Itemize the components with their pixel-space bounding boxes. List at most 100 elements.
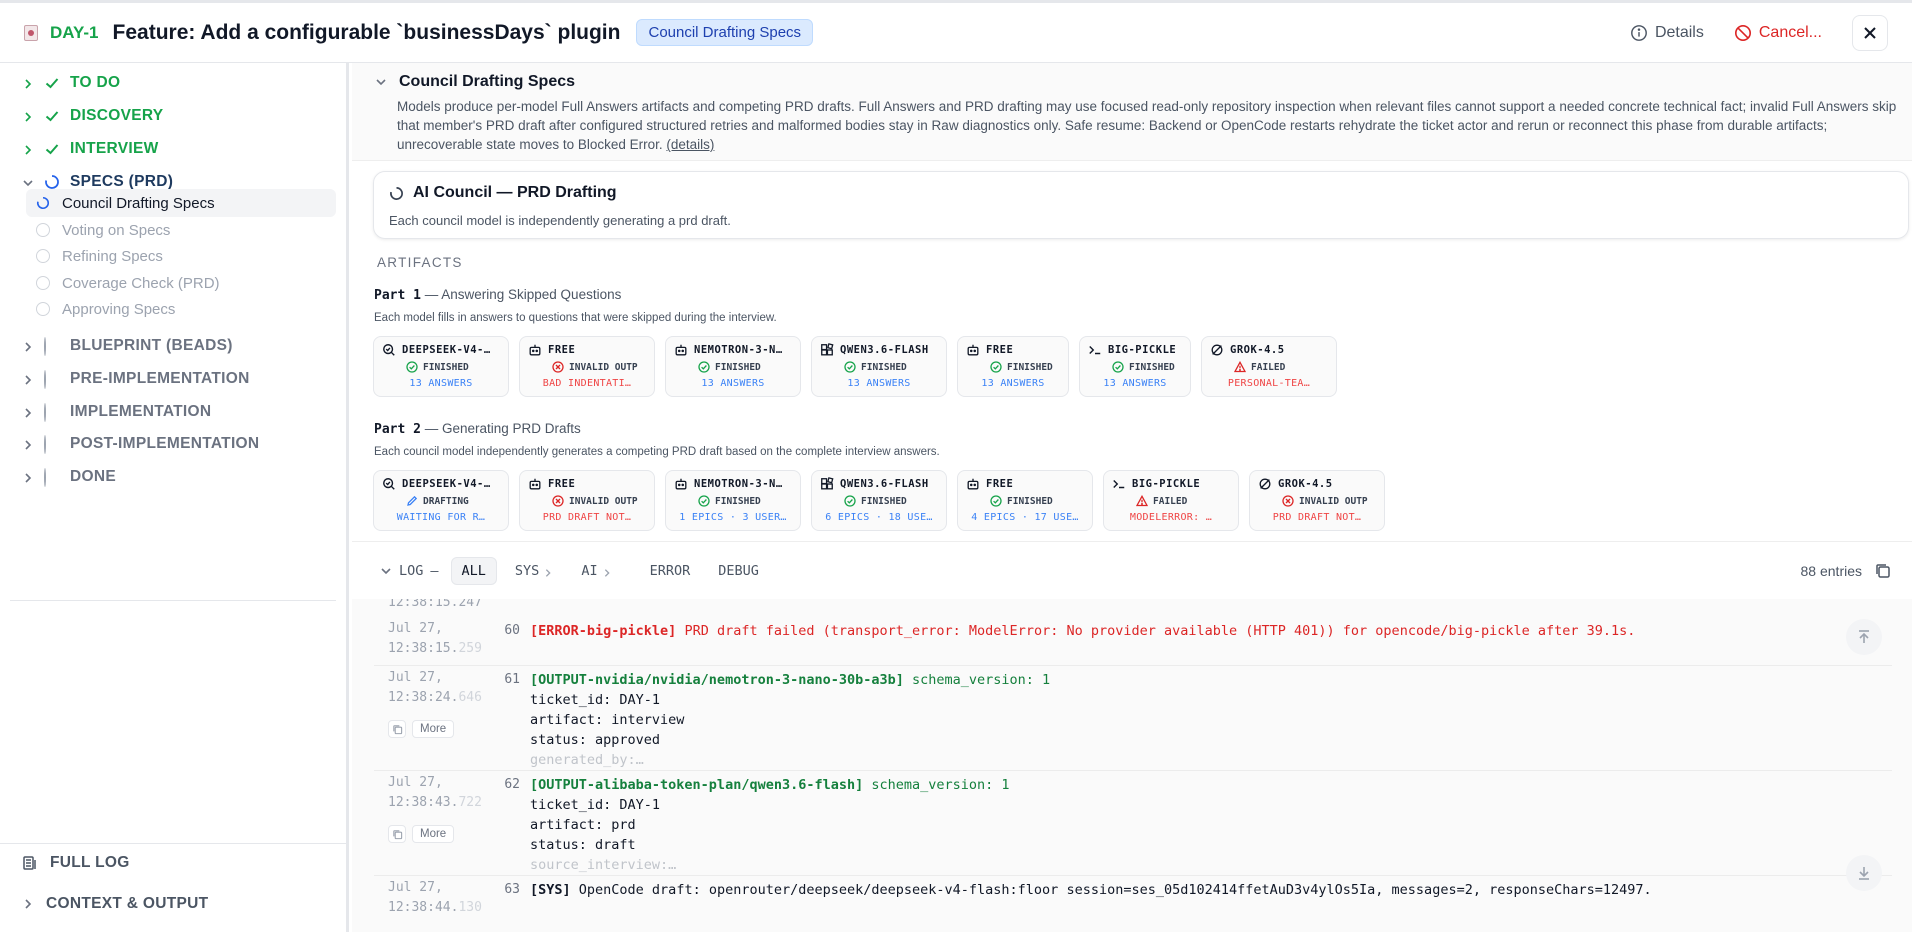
copy-icon[interactable] xyxy=(1874,562,1892,580)
part1-cards: DEEPSEEK-V4-… FINISHED 13 ANSWERS FREE INVAL… xyxy=(373,336,1337,397)
log-entries[interactable]: 12:38:15.247 Jul 27, 12:38:15.259 60 [ERROR… xyxy=(374,599,1892,932)
part1-description: Each model fills in answers to questions… xyxy=(374,312,777,324)
artifact-card[interactable]: QWEN3.6-FLASH FINISHED 13 ANSWERS xyxy=(811,336,947,397)
stage-badge: Council Drafting Specs xyxy=(636,19,814,46)
close-button[interactable] xyxy=(1852,14,1888,51)
artifact-card[interactable]: FREE FINISHED 13 ANSWERS xyxy=(957,336,1069,397)
artifact-card[interactable]: GROK-4.5 INVALID OUTP PRD DRAFT NOT… xyxy=(1249,470,1385,531)
artifact-card[interactable]: NEMOTRON-3-N… FINISHED 13 ANSWERS xyxy=(665,336,801,397)
check-circle-icon xyxy=(406,361,418,373)
log-toggle[interactable]: LOG — xyxy=(380,563,439,579)
artifact-card[interactable]: DEEPSEEK-V4-… DRAFTING WAITING FOR R… xyxy=(373,470,509,531)
artifact-card[interactable]: BIG-PICKLE FINISHED 13 ANSWERS xyxy=(1079,336,1191,397)
council-status-card: AI Council — PRD Drafting Each council m… xyxy=(373,171,1909,239)
part2-cards: DEEPSEEK-V4-… DRAFTING WAITING FOR R… FREE I… xyxy=(373,470,1385,531)
chevron-right-icon xyxy=(25,440,32,450)
card-detail: MODELERROR: … xyxy=(1129,512,1213,523)
log-filter-ai[interactable]: AI xyxy=(571,557,621,585)
check-circle-icon xyxy=(844,361,856,373)
sidebar-phase-implementation[interactable]: IMPLEMENTATION xyxy=(22,403,212,422)
artifact-card[interactable]: QWEN3.6-FLASH FINISHED 6 EPICS · 18 USE… xyxy=(811,470,947,531)
details-label: Details xyxy=(1654,23,1704,41)
card-status: FINISHED xyxy=(1129,361,1175,373)
ticket-icon xyxy=(24,24,38,41)
cancel-button[interactable]: Cancel... xyxy=(1734,24,1822,42)
pending-circle-icon xyxy=(36,302,50,316)
log-time: 12:38:24. xyxy=(388,690,459,705)
warning-icon xyxy=(1234,361,1246,373)
sidebar-phase-interview[interactable]: INTERVIEW xyxy=(22,140,159,158)
context-output-toggle[interactable]: CONTEXT & OUTPUT xyxy=(22,895,208,913)
log-filter-sys[interactable]: SYS xyxy=(505,557,563,585)
artifact-card[interactable]: DEEPSEEK-V4-… FINISHED 13 ANSWERS xyxy=(373,336,509,397)
sidebar-phase-blueprint-beads[interactable]: BLUEPRINT (BEADS) xyxy=(22,337,233,356)
card-detail: PRD DRAFT NOT… xyxy=(542,512,632,523)
log-entry[interactable]: Jul 27, 12:38:44.130 63 [SYS] OpenCode draf… xyxy=(374,876,1892,932)
sidebar-phase-discovery[interactable]: DISCOVERY xyxy=(22,107,163,125)
more-button[interactable]: More xyxy=(412,720,455,738)
card-status: FAILED xyxy=(1153,495,1188,507)
robot-icon xyxy=(967,478,979,490)
grok-icon xyxy=(1211,344,1223,356)
log-entry[interactable]: Jul 27, 12:38:43.722 62 [OUTPUT-alibaba-tok… xyxy=(374,771,1892,876)
log-message: [OUTPUT-nvidia/nvidia/nemotron-3-nano-30… xyxy=(530,670,1050,770)
sidebar-phase-to-do[interactable]: TO DO xyxy=(22,74,120,92)
log-timestamp: Jul 27, 12:38:43.722 xyxy=(388,773,482,813)
card-status: FINISHED xyxy=(1007,361,1053,373)
log-filter-all[interactable]: ALL xyxy=(450,556,497,585)
search-icon xyxy=(383,344,395,356)
council-description: Each council model is independently gene… xyxy=(389,213,731,228)
card-detail: 13 ANSWERS xyxy=(409,378,473,389)
sidebar-phase-post-implementation[interactable]: POST-IMPLEMENTATION xyxy=(22,435,259,454)
log-timestamp: Jul 27, 12:38:24.646 xyxy=(388,668,482,708)
log-ms: 130 xyxy=(458,900,482,915)
pending-circle-icon xyxy=(44,370,46,389)
search-icon xyxy=(383,478,395,490)
artifact-card[interactable]: BIG-PICKLE FAILED MODELERROR: … xyxy=(1103,470,1239,531)
sidebar-step-voting-on-specs[interactable]: Voting on Specs xyxy=(26,216,336,244)
log-filter-label: ALL xyxy=(461,562,486,579)
log-filter-error[interactable]: ERROR xyxy=(640,557,701,585)
copy-entry-button[interactable] xyxy=(388,720,406,738)
log-message: [SYS] OpenCode draft: openrouter/deepsee… xyxy=(530,880,1652,900)
card-detail: 1 EPICS · 3 USER… xyxy=(679,512,787,523)
log-line: ticket_id: DAY-1 xyxy=(530,797,661,813)
artifact-card[interactable]: NEMOTRON-3-N… FINISHED 1 EPICS · 3 USER… xyxy=(665,470,801,531)
spinner-icon xyxy=(390,186,403,200)
log-tag: [OUTPUT-nvidia/nvidia/nemotron-3-nano-30… xyxy=(530,672,904,688)
log-filter-debug[interactable]: DEBUG xyxy=(708,557,769,585)
log-line: PRD draft failed (transport_error: Model… xyxy=(684,623,1636,639)
card-status: FINISHED xyxy=(861,495,907,507)
artifact-card[interactable]: FREE INVALID OUTP BAD INDENTATI… xyxy=(519,336,655,397)
check-circle-icon xyxy=(990,361,1002,373)
artifact-card[interactable]: GROK-4.5 FAILED PERSONAL-TEA… xyxy=(1201,336,1337,397)
sidebar-phase-label: IMPLEMENTATION xyxy=(70,403,212,420)
card-model-name: GROK-4.5 xyxy=(1230,344,1285,356)
sidebar-step-refining-specs[interactable]: Refining Specs xyxy=(26,242,336,270)
artifact-card[interactable]: FREE INVALID OUTP PRD DRAFT NOT… xyxy=(519,470,655,531)
scroll-top-button[interactable] xyxy=(1846,619,1882,655)
copy-entry-button[interactable] xyxy=(388,825,406,843)
card-detail: 13 ANSWERS xyxy=(701,378,765,389)
sidebar-divider xyxy=(10,600,336,601)
scroll-bottom-button[interactable] xyxy=(1846,855,1882,891)
card-status: FINISHED xyxy=(423,361,469,373)
full-log-button[interactable]: FULL LOG xyxy=(22,854,130,872)
log-entry[interactable]: Jul 27, 12:38:15.259 60 [ERROR-big-pickle] … xyxy=(374,617,1892,666)
log-entry[interactable]: Jul 27, 12:38:24.646 61 [OUTPUT-nvidia/nvid… xyxy=(374,666,1892,771)
sidebar-step-coverage-check-prd[interactable]: Coverage Check (PRD) xyxy=(26,269,336,297)
details-button[interactable]: Details xyxy=(1630,24,1704,42)
sidebar-step-council-drafting-specs[interactable]: Council Drafting Specs xyxy=(26,189,336,217)
log-time: 12:38:43. xyxy=(388,795,459,810)
card-detail: 4 EPICS · 17 USE… xyxy=(971,512,1079,523)
stage-toggle[interactable]: Council Drafting Specs xyxy=(375,73,575,91)
artifact-card[interactable]: FREE FINISHED 4 EPICS · 17 USE… xyxy=(957,470,1093,531)
log-line: schema_version: 1 xyxy=(871,777,1010,793)
pending-circle-icon xyxy=(44,403,46,422)
sidebar-phase-done[interactable]: DONE xyxy=(22,468,116,487)
more-button[interactable]: More xyxy=(412,825,455,843)
log-line-number: 61 xyxy=(504,672,520,687)
sidebar-phase-pre-implementation[interactable]: PRE-IMPLEMENTATION xyxy=(22,370,250,389)
sidebar-step-approving-specs[interactable]: Approving Specs xyxy=(26,295,336,323)
details-link[interactable]: (details) xyxy=(666,137,714,152)
